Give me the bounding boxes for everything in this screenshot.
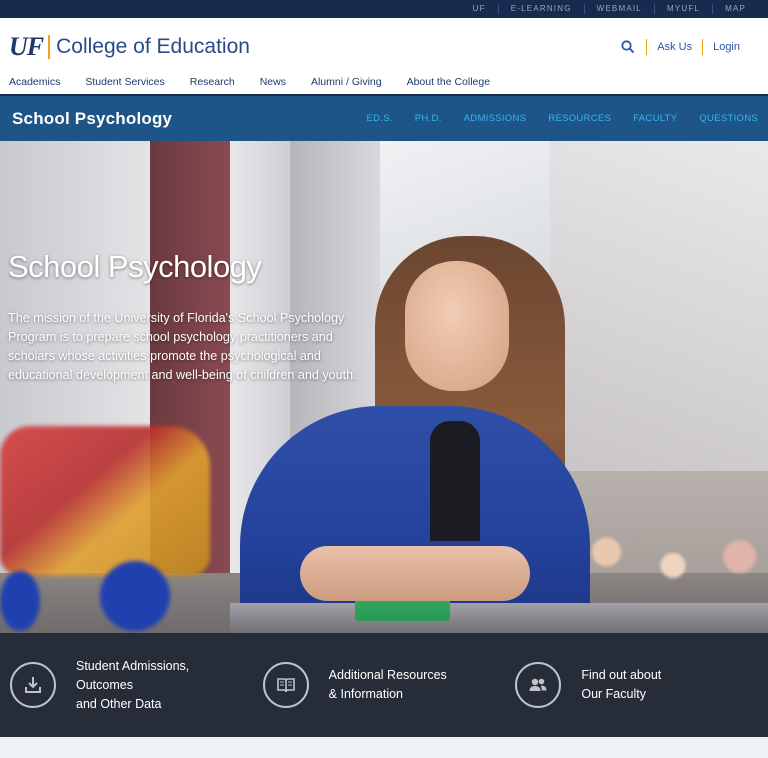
feature-label: Find out about Our Faculty <box>581 666 751 704</box>
header-separator <box>646 39 648 55</box>
program-title[interactable]: School Psychology <box>12 109 172 129</box>
brand[interactable]: UF College of Education <box>9 32 250 62</box>
feature-label-line: & Information <box>328 687 404 701</box>
users-icon <box>515 662 562 708</box>
subnav-eds[interactable]: ED.S. <box>366 113 392 124</box>
main-nav: Academics Student Services Research News… <box>0 76 768 96</box>
nav-academics[interactable]: Academics <box>9 76 60 94</box>
hero-text: School Psychology The mission of the Uni… <box>8 249 388 385</box>
nav-research[interactable]: Research <box>190 76 235 94</box>
subnav-faculty[interactable]: FACULTY <box>633 113 677 124</box>
feature-label-line: Our Faculty <box>581 687 646 701</box>
site-header: UF College of Education Ask Us Login <box>0 18 768 76</box>
feature-faculty[interactable]: Find out about Our Faculty <box>515 662 768 708</box>
search-icon[interactable] <box>620 39 636 55</box>
hero-table <box>230 603 768 633</box>
hero-description-line: educational development and well-being o… <box>8 368 357 382</box>
nav-student-services[interactable]: Student Services <box>85 76 164 94</box>
topbar-link-webmail[interactable]: WEBMAIL <box>583 4 654 14</box>
brand-divider <box>48 35 51 59</box>
hero-title: School Psychology <box>8 249 262 284</box>
login-link[interactable]: Login <box>713 41 740 53</box>
subnav-phd[interactable]: PH.D. <box>415 113 442 124</box>
feature-label: Additional Resources & Information <box>329 666 499 704</box>
topbar-link-elearning[interactable]: E-LEARNING <box>497 4 584 14</box>
college-name[interactable]: College of Education <box>56 35 250 59</box>
utility-topbar: UF E-LEARNING WEBMAIL MYUFL MAP <box>0 0 768 18</box>
hero-description-line: The mission of the University of Florida… <box>8 311 345 325</box>
hero-toy-truck <box>100 561 170 631</box>
hero-description-line: Program is to prepare school psychology … <box>8 330 333 344</box>
uf-logo[interactable]: UF <box>9 32 44 62</box>
header-separator <box>702 39 704 55</box>
hero-person <box>300 546 530 601</box>
feature-label: Student Admissions, Outcomes and Other D… <box>76 657 246 714</box>
feature-label-line: Student Admissions, Outcomes <box>76 658 190 692</box>
feature-resources[interactable]: Additional Resources & Information <box>262 662 516 708</box>
feature-label-line: Find out about <box>581 668 662 682</box>
hero-description-line: scholars whose activities promote the ps… <box>8 349 321 363</box>
download-icon <box>10 662 56 708</box>
hero-banner: School Psychology The mission of the Uni… <box>0 141 768 633</box>
hero-person <box>405 261 509 391</box>
page-bottom-strip <box>0 737 768 758</box>
program-subbar: School Psychology ED.S. PH.D. ADMISSIONS… <box>0 96 768 141</box>
subnav-admissions[interactable]: ADMISSIONS <box>464 113 527 124</box>
feature-admissions[interactable]: Student Admissions, Outcomes and Other D… <box>10 657 263 714</box>
hero-toy-truck <box>0 426 210 576</box>
feature-label-line: and Other Data <box>76 696 162 711</box>
feature-bar: Student Admissions, Outcomes and Other D… <box>0 633 768 737</box>
subnav-resources[interactable]: RESOURCES <box>548 113 611 124</box>
subnav-questions[interactable]: QUESTIONS <box>699 113 758 124</box>
nav-news[interactable]: News <box>260 76 286 94</box>
book-icon <box>262 662 309 708</box>
topbar-link-uf[interactable]: UF <box>461 4 498 14</box>
hero-dolls <box>578 516 768 606</box>
hero-description: The mission of the University of Florida… <box>8 309 388 385</box>
hero-toy-truck <box>0 571 40 631</box>
ask-us-link[interactable]: Ask Us <box>657 41 692 53</box>
header-utility: Ask Us Login <box>620 39 740 55</box>
nav-alumni-giving[interactable]: Alumni / Giving <box>311 76 382 94</box>
nav-about-college[interactable]: About the College <box>407 76 490 94</box>
hero-person <box>430 421 480 541</box>
program-subnav: ED.S. PH.D. ADMISSIONS RESOURCES FACULTY… <box>344 113 758 124</box>
topbar-link-myufl[interactable]: MYUFL <box>653 4 712 14</box>
feature-label-line: Additional Resources <box>328 668 447 682</box>
topbar-link-map[interactable]: MAP <box>712 4 758 14</box>
